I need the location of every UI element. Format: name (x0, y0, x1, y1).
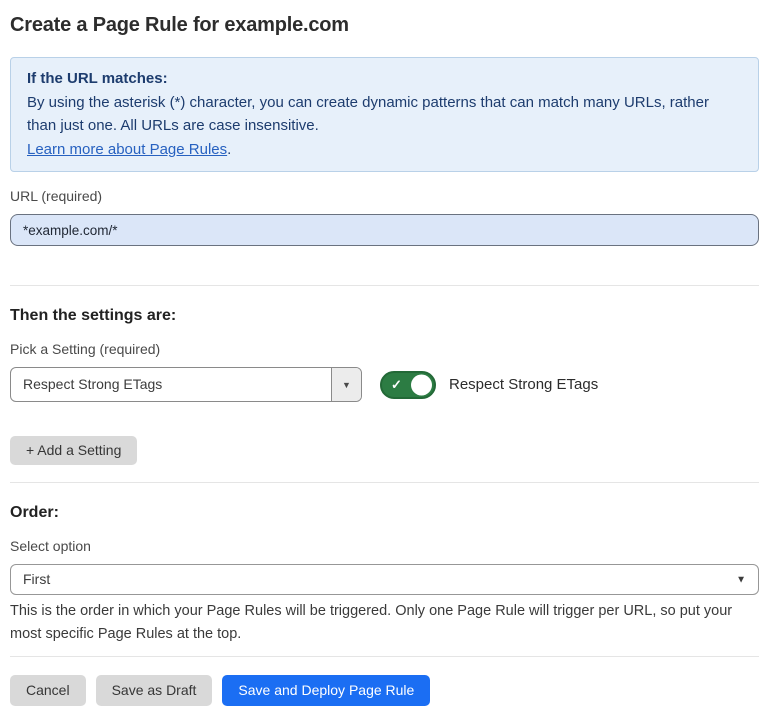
info-box-link-line: Learn more about Page Rules. (27, 138, 742, 162)
url-match-info-box: If the URL matches: By using the asteris… (10, 57, 759, 172)
respect-strong-etags-toggle[interactable]: ✓ (380, 371, 436, 399)
divider (10, 656, 759, 657)
order-select-label: Select option (10, 538, 759, 555)
toggle-label: Respect Strong ETags (449, 376, 598, 393)
setting-select[interactable]: Respect Strong ETags ▼ (10, 367, 362, 402)
info-box-heading: If the URL matches: (27, 67, 742, 91)
create-page-rule-form: Create a Page Rule for example.com If th… (0, 0, 769, 706)
pick-setting-label: Pick a Setting (required) (10, 341, 759, 358)
order-section-heading: Order: (10, 503, 759, 522)
order-help-text: This is the order in which your Page Rul… (10, 600, 759, 646)
footer-actions: Cancel Save as Draft Save and Deploy Pag… (10, 675, 759, 706)
setting-select-arrow-button[interactable]: ▼ (331, 368, 361, 401)
chevron-down-icon: ▼ (736, 574, 746, 585)
check-icon: ✓ (391, 378, 402, 391)
page-title: Create a Page Rule for example.com (10, 11, 759, 39)
add-setting-button[interactable]: + Add a Setting (10, 436, 137, 465)
cancel-button[interactable]: Cancel (10, 675, 86, 706)
setting-row: Respect Strong ETags ▼ ✓ Respect Strong … (10, 367, 759, 402)
link-suffix: . (227, 141, 231, 158)
url-input[interactable] (10, 214, 759, 246)
url-field-label: URL (required) (10, 188, 759, 205)
info-box-body: By using the asterisk (*) character, you… (27, 91, 742, 138)
toggle-knob (411, 374, 432, 395)
chevron-down-icon: ▼ (342, 380, 351, 390)
settings-section-heading: Then the settings are: (10, 306, 759, 325)
save-and-deploy-button[interactable]: Save and Deploy Page Rule (222, 675, 430, 706)
divider (10, 482, 759, 483)
divider (10, 285, 759, 286)
save-as-draft-button[interactable]: Save as Draft (96, 675, 213, 706)
order-select-value: First (11, 565, 758, 594)
setting-select-value: Respect Strong ETags (11, 368, 331, 401)
order-select[interactable]: First ▼ (10, 564, 759, 595)
learn-more-link[interactable]: Learn more about Page Rules (27, 141, 227, 158)
